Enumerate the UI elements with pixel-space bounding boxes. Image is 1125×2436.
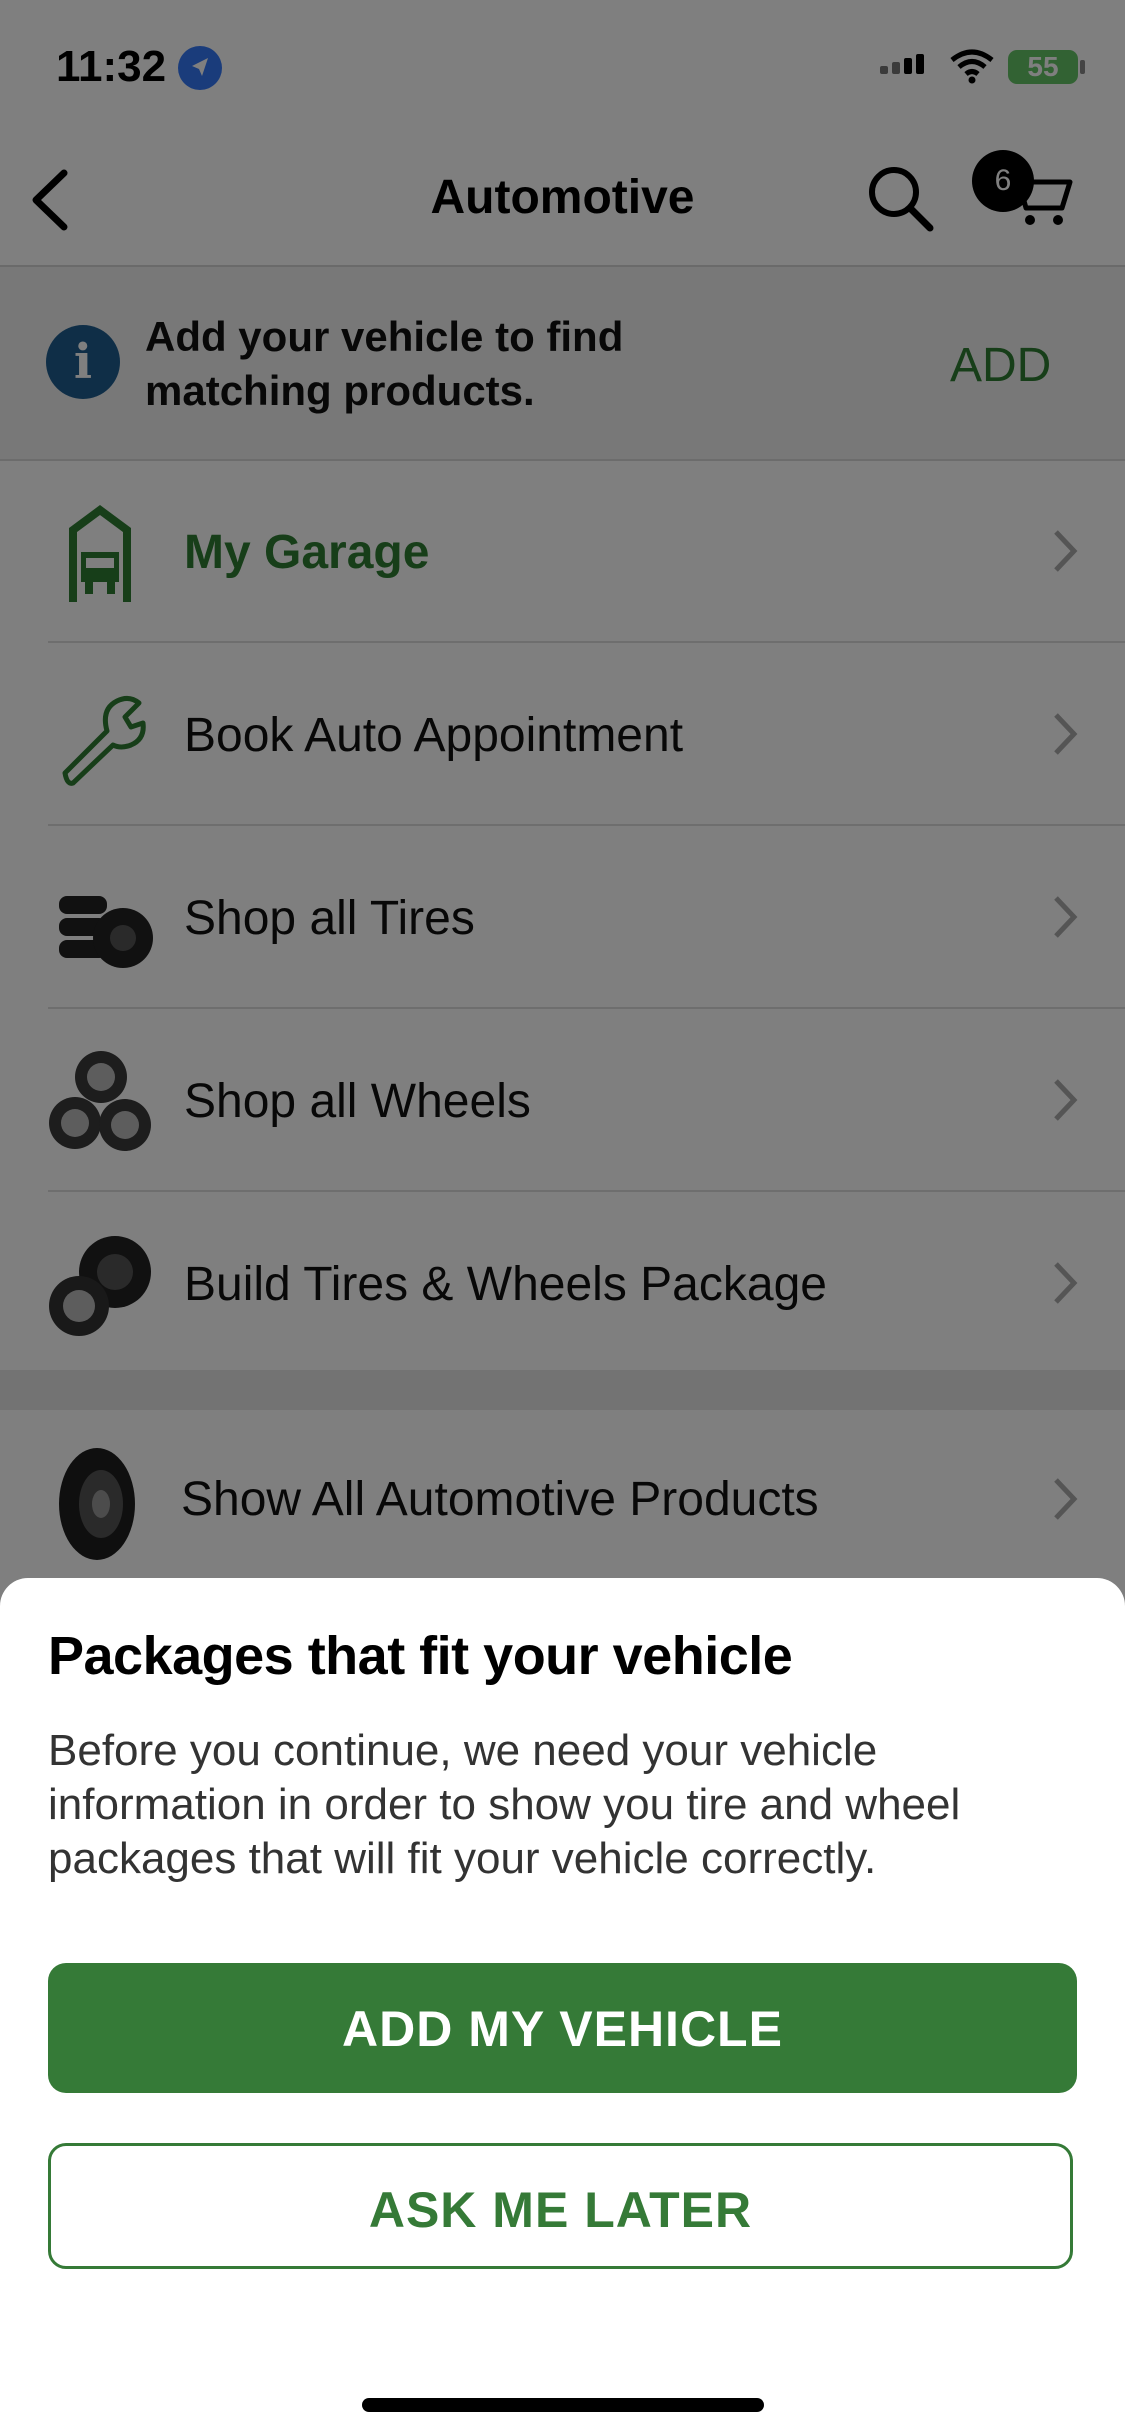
automotive-page: 11:32 55 Automotive 6 bbox=[0, 0, 1125, 2436]
ask-me-later-button[interactable]: ASK ME LATER bbox=[48, 2143, 1073, 2269]
sheet-title: Packages that fit your vehicle bbox=[48, 1626, 793, 1686]
home-indicator[interactable] bbox=[362, 2398, 764, 2412]
add-my-vehicle-button[interactable]: ADD MY VEHICLE bbox=[48, 1963, 1077, 2093]
sheet-body: Before you continue, we need your vehicl… bbox=[48, 1726, 961, 1883]
